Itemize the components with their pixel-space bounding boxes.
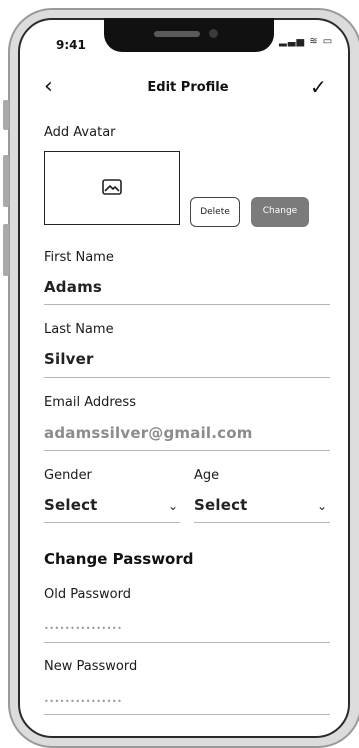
side-button-volume-down: [3, 224, 9, 276]
page-title: Edit Profile: [147, 80, 229, 95]
status-time: 9:41: [56, 38, 86, 52]
status-icons: ▂▃▅ ≋ ▭: [279, 36, 334, 47]
new-password-underline: [44, 714, 330, 715]
email-input[interactable]: adamssilver@gmail.com: [44, 424, 253, 442]
last-name-underline: [44, 377, 330, 378]
age-underline: [194, 522, 330, 523]
gender-chevron-down-icon[interactable]: ⌄: [168, 499, 178, 513]
delete-avatar-button[interactable]: Delete: [190, 197, 240, 227]
gender-label: Gender: [44, 468, 92, 483]
speaker-grille: [154, 31, 200, 37]
back-chevron-icon[interactable]: ‹: [44, 76, 53, 98]
change-password-title: Change Password: [44, 550, 194, 568]
new-password-input[interactable]: •••••••••••••••: [44, 697, 122, 706]
age-label: Age: [194, 468, 220, 483]
last-name-input[interactable]: Silver: [44, 350, 94, 368]
image-icon: [102, 179, 122, 195]
last-name-label: Last Name: [44, 322, 114, 337]
first-name-underline: [44, 304, 330, 305]
old-password-label: Old Password: [44, 587, 131, 602]
old-password-input[interactable]: •••••••••••••••: [44, 624, 122, 633]
new-password-label: New Password: [44, 659, 138, 674]
confirm-checkmark-icon[interactable]: ✓: [310, 76, 327, 98]
age-select[interactable]: Select: [194, 496, 248, 514]
old-password-underline: [44, 642, 330, 643]
avatar-label: Add Avatar: [44, 125, 116, 140]
email-label: Email Address: [44, 395, 136, 410]
side-button-mute: [3, 100, 9, 130]
first-name-input[interactable]: Adams: [44, 278, 102, 296]
email-underline: [44, 450, 330, 451]
avatar-upload-box[interactable]: [44, 151, 180, 225]
change-avatar-button[interactable]: Change: [251, 197, 309, 227]
gender-select[interactable]: Select: [44, 496, 98, 514]
first-name-label: First Name: [44, 250, 114, 265]
front-camera: [209, 29, 218, 38]
age-chevron-down-icon[interactable]: ⌄: [317, 499, 327, 513]
gender-underline: [44, 522, 180, 523]
side-button-volume-up: [3, 155, 9, 207]
